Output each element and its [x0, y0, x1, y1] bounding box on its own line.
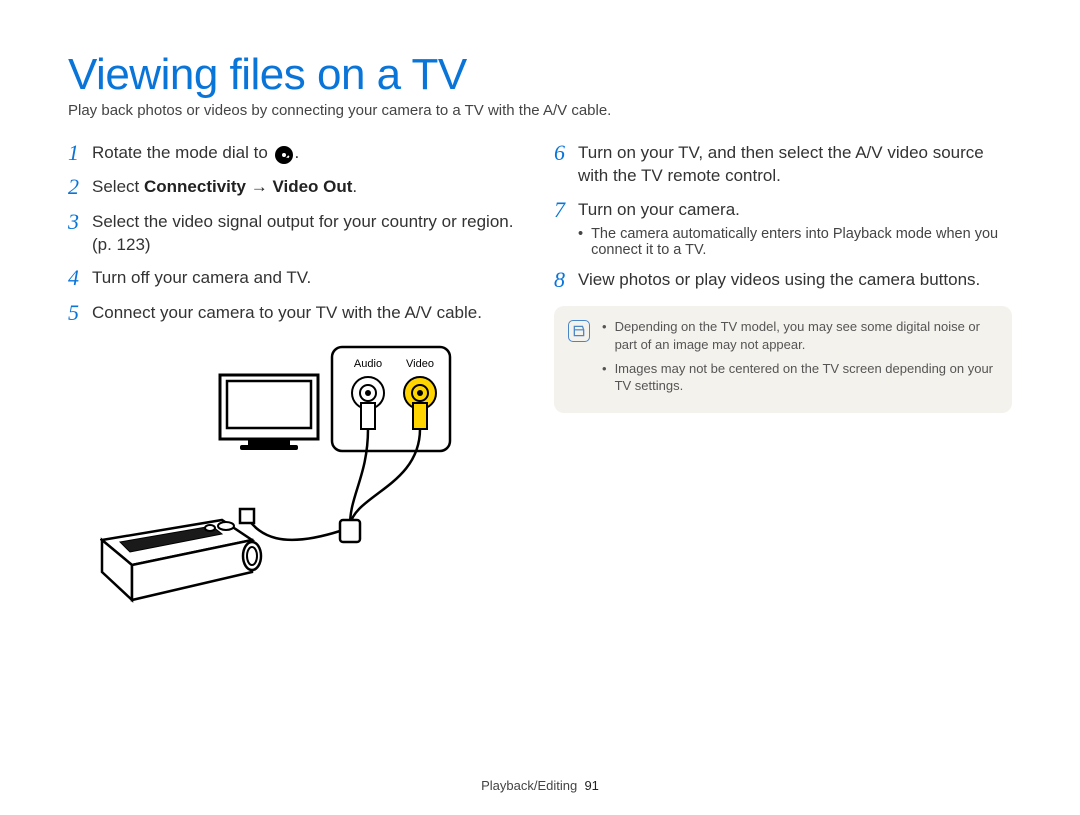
step-text-fragment: Rotate the mode dial to	[92, 143, 273, 162]
step-number: 2	[68, 175, 92, 199]
step-number: 3	[68, 210, 92, 234]
page-title: Viewing files on a TV	[68, 52, 1012, 98]
step-8: 8 View photos or play videos using the c…	[554, 268, 1012, 292]
step-number: 5	[68, 301, 92, 325]
step-text: Turn off your camera and TV.	[92, 266, 311, 290]
gear-settings-icon	[275, 146, 293, 164]
step-number: 6	[554, 141, 578, 165]
page-footer: Playback/Editing 91	[0, 778, 1080, 793]
step-3: 3 Select the video signal output for you…	[68, 210, 526, 257]
step-4: 4 Turn off your camera and TV.	[68, 266, 526, 290]
step-number: 8	[554, 268, 578, 292]
step-number: 4	[68, 266, 92, 290]
illus-label-audio: Audio	[354, 358, 382, 370]
note-text: Images may not be centered on the TV scr…	[615, 360, 996, 395]
step-2: 2 Select Connectivity → Video Out.	[68, 175, 526, 199]
columns: 1 Rotate the mode dial to . 2 Select Con…	[68, 141, 1012, 610]
step-text: Select Connectivity → Video Out.	[92, 175, 357, 199]
connection-illustration: Audio Video	[100, 345, 526, 610]
note-info-icon	[568, 320, 590, 342]
footer-section: Playback/Editing	[481, 778, 577, 793]
av-cable-diagram: Audio Video	[100, 345, 460, 605]
step-6: 6 Turn on your TV, and then select the A…	[554, 141, 1012, 188]
note-box: Depending on the TV model, you may see s…	[554, 306, 1012, 412]
step-1: 1 Rotate the mode dial to .	[68, 141, 526, 165]
step-text-bold: Connectivity → Video Out	[144, 177, 352, 196]
page-intro: Play back photos or videos by connecting…	[68, 102, 1012, 119]
step-7-substeps: The camera automatically enters into Pla…	[578, 226, 1012, 258]
step-text-fragment: Select	[92, 177, 144, 196]
note-list: Depending on the TV model, you may see s…	[602, 318, 996, 400]
note-text: Depending on the TV model, you may see s…	[615, 318, 996, 353]
step-text: Turn on your TV, and then select the A/V…	[578, 141, 1012, 188]
step-text: Select the video signal output for your …	[92, 210, 526, 257]
step-text: View photos or play videos using the cam…	[578, 268, 980, 292]
step-text: Connect your camera to your TV with the …	[92, 301, 482, 325]
step-5: 5 Connect your camera to your TV with th…	[68, 301, 526, 325]
step-number: 7	[554, 198, 578, 222]
substep-text: The camera automatically enters into Pla…	[591, 226, 1012, 258]
step-text: Turn on your camera.	[578, 198, 740, 222]
step-text-fragment: .	[352, 177, 357, 196]
illus-label-video: Video	[406, 358, 434, 370]
step-7: 7 Turn on your camera.	[554, 198, 1012, 222]
step-text-fragment: .	[295, 143, 300, 162]
left-column: 1 Rotate the mode dial to . 2 Select Con…	[68, 141, 526, 610]
footer-page-number: 91	[584, 778, 598, 793]
page-content: Viewing files on a TV Play back photos o…	[0, 0, 1080, 610]
step-text: Rotate the mode dial to .	[92, 141, 299, 165]
step-number: 1	[68, 141, 92, 165]
right-column: 6 Turn on your TV, and then select the A…	[554, 141, 1012, 610]
